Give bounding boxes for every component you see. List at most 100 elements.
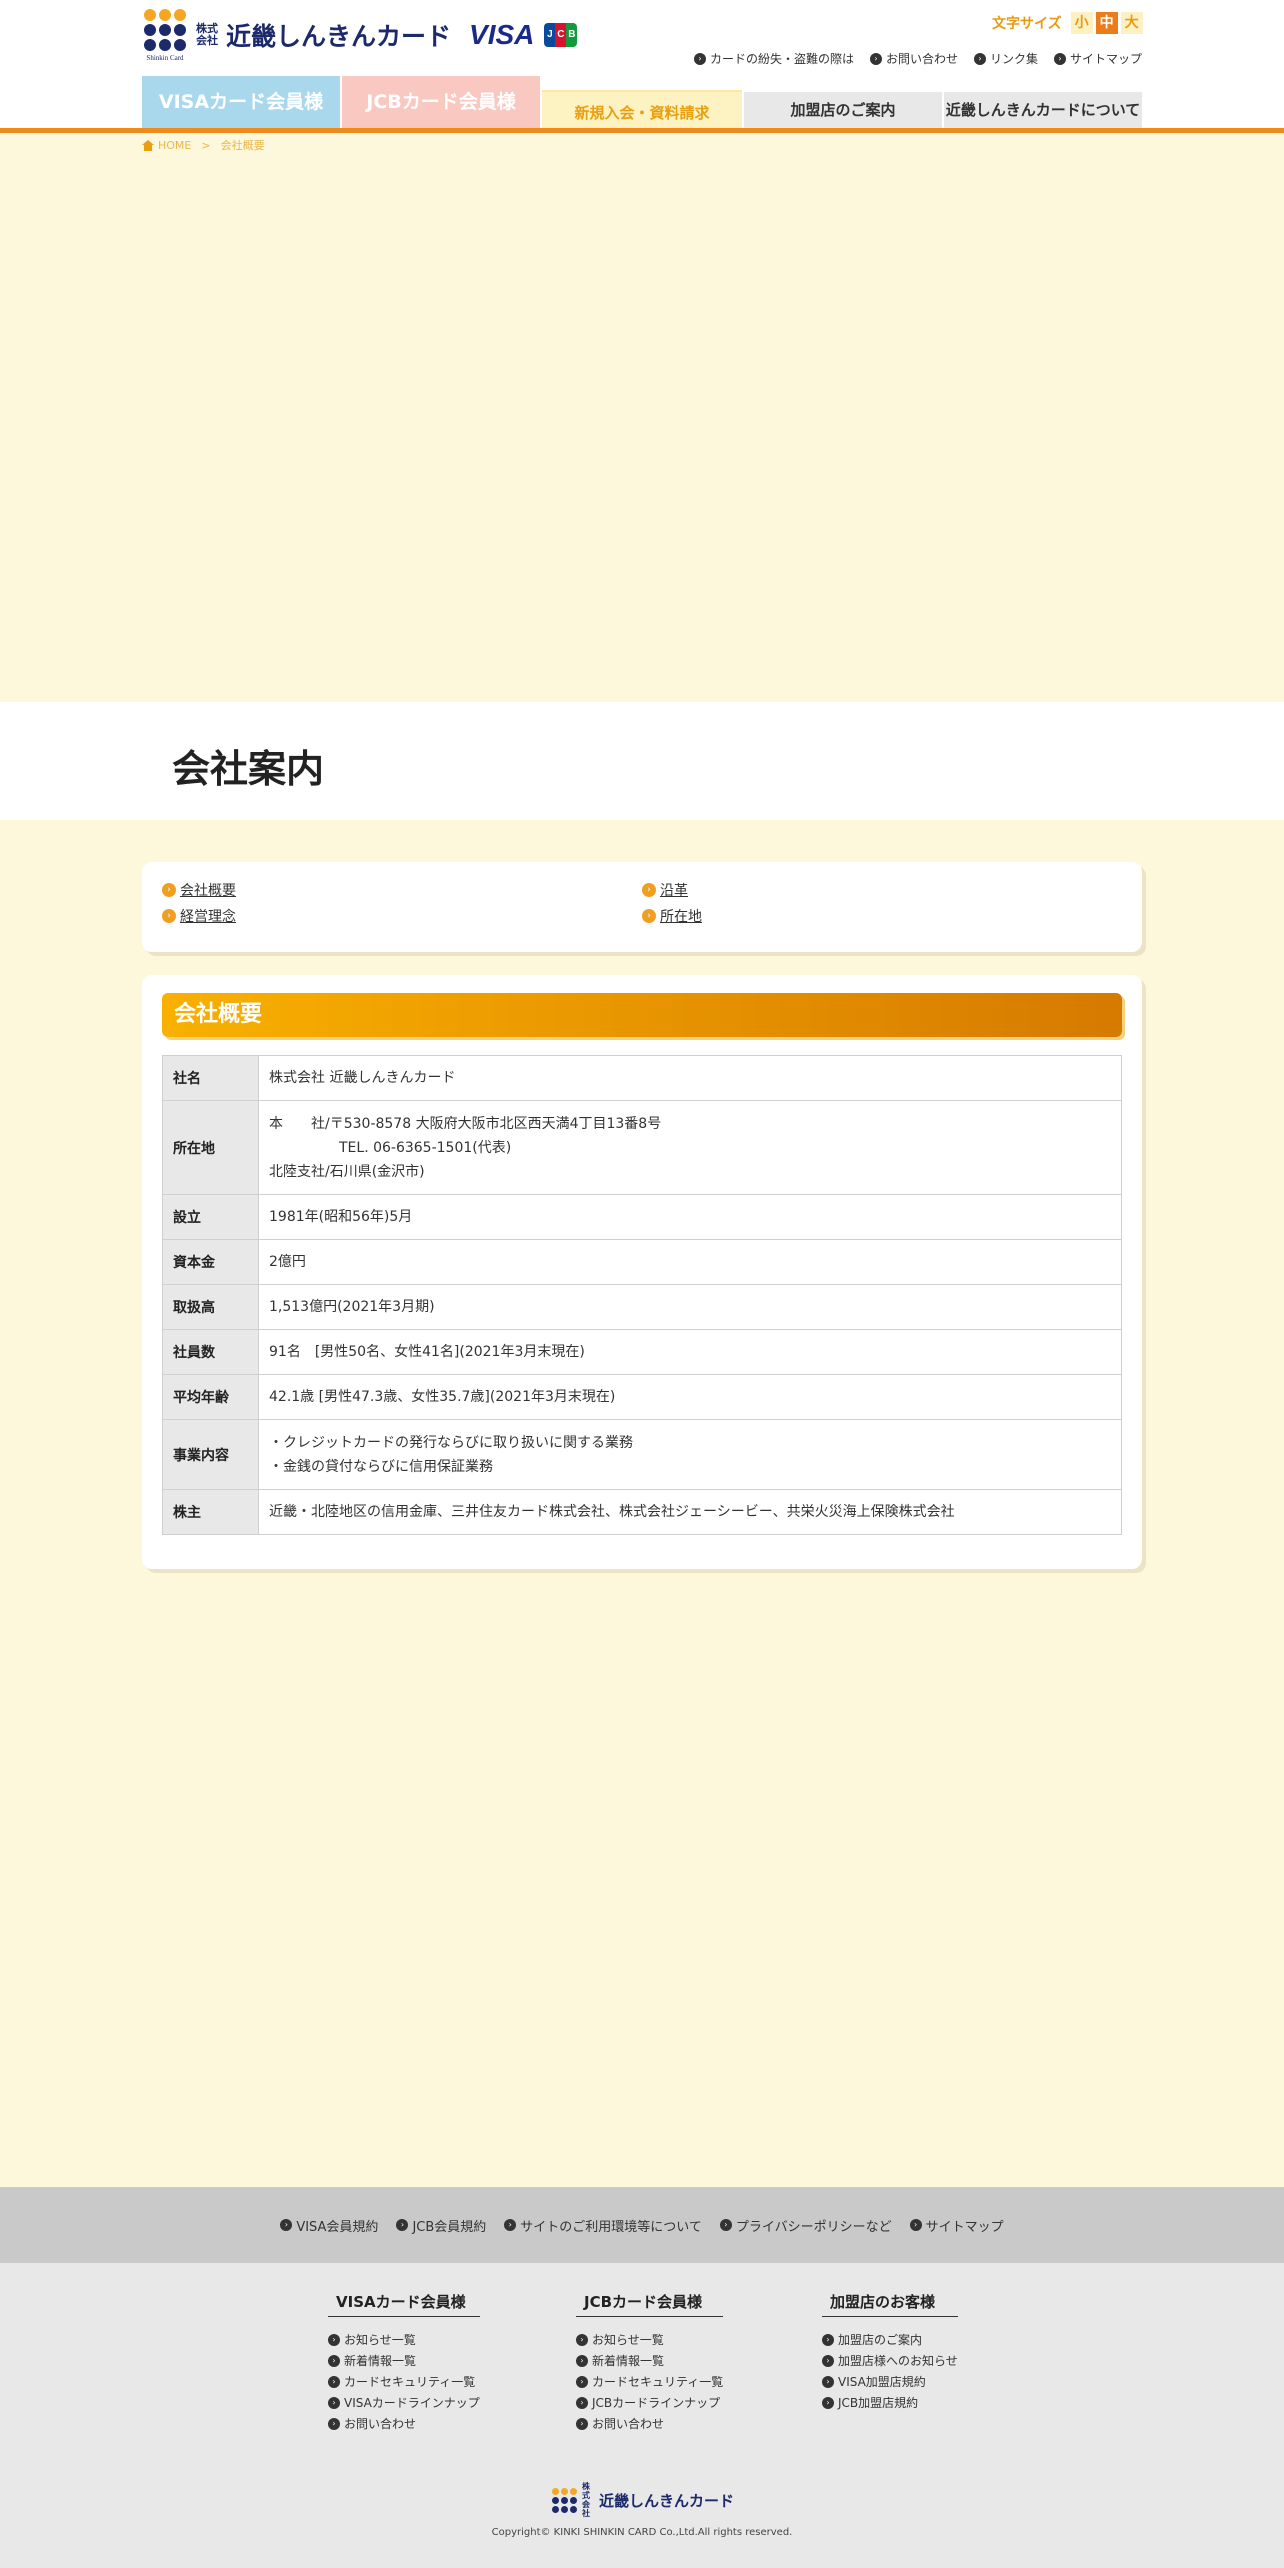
footer-link-sitemap[interactable]: › サイトマップ bbox=[909, 2216, 1004, 2235]
font-size-small-button[interactable]: 小 bbox=[1070, 12, 1093, 34]
table-row: 設立 1981年(昭和56年)5月 bbox=[162, 1194, 1122, 1240]
row-value: 1,513億円(2021年3月期) bbox=[258, 1284, 1122, 1330]
table-row: 株主 近畿・北陸地区の信用金庫、三井住友カード株式会社、株式会社ジェーシービー、… bbox=[162, 1489, 1122, 1535]
arrow-circle-icon: › bbox=[162, 909, 176, 923]
util-link-sitemap[interactable]: › サイトマップ bbox=[1053, 50, 1142, 67]
footer-column-title: VISAカード会員様 bbox=[328, 2291, 480, 2317]
row-value: 42.1歳 [男性47.3歳、女性35.7歳](2021年3月末現在) bbox=[258, 1374, 1122, 1420]
logo-name: 近畿しんきんカード bbox=[226, 22, 452, 51]
row-label: 資本金 bbox=[162, 1239, 259, 1285]
arrow-circle-icon: › bbox=[328, 2333, 340, 2346]
font-size-switcher: 文字サイズ 小 中 大 bbox=[992, 12, 1143, 34]
footer-link[interactable]: › JCB加盟店規約 bbox=[822, 2392, 958, 2413]
row-value: 1981年(昭和56年)5月 bbox=[258, 1194, 1122, 1240]
row-value: 2億円 bbox=[258, 1239, 1122, 1285]
nav-tab-about[interactable]: 近畿しんきんカードについて bbox=[944, 92, 1142, 128]
arrow-circle-icon: › bbox=[822, 2375, 834, 2388]
table-row: 社名 株式会社 近畿しんきんカード bbox=[162, 1055, 1122, 1101]
anchor-link-overview[interactable]: › 会社概要 bbox=[162, 880, 236, 900]
arrow-circle-icon: › bbox=[869, 52, 882, 65]
visa-brand-logo: VISA bbox=[469, 19, 535, 50]
logo-caption: Shinkin Card bbox=[146, 54, 184, 62]
footer-link[interactable]: › VISA加盟店規約 bbox=[822, 2371, 958, 2392]
footer-link[interactable]: › カードセキュリティ一覧 bbox=[328, 2371, 480, 2392]
arrow-circle-icon: › bbox=[328, 2417, 340, 2430]
arrow-circle-icon: › bbox=[396, 2219, 409, 2231]
row-label: 株主 bbox=[162, 1489, 259, 1535]
footer-column-jcb: JCBカード会員様 › お知らせ一覧 › 新着情報一覧 › カードセキュリティ一覧 ›… bbox=[576, 2291, 724, 2434]
arrow-circle-icon: › bbox=[576, 2375, 588, 2388]
footer-logo-name: 近畿しんきんカード bbox=[599, 2491, 735, 2510]
breadcrumb-home-link[interactable]: HOME bbox=[158, 139, 191, 152]
row-value: 本 社/〒530-8578 大阪府大阪市北区西天満4丁目13番8号 TEL. 0… bbox=[258, 1100, 1122, 1195]
util-link-lost-card[interactable]: › カードの紛失・盗難の際は bbox=[693, 50, 854, 67]
arrow-circle-icon: › bbox=[822, 2354, 834, 2367]
section-heading: 会社概要 bbox=[162, 993, 1122, 1037]
arrow-circle-icon: › bbox=[576, 2354, 588, 2367]
arrow-circle-icon: › bbox=[642, 883, 656, 897]
footer-column-visa: VISAカード会員様 › お知らせ一覧 › 新着情報一覧 › カードセキュリティ一覧 … bbox=[328, 2291, 480, 2434]
row-value: 株式会社 近畿しんきんカード bbox=[258, 1055, 1122, 1101]
table-row: 社員数 91名 [男性50名、女性41名](2021年3月末現在) bbox=[162, 1329, 1122, 1375]
footer-logo[interactable]: 株式会社 近畿しんきんカード bbox=[552, 2482, 734, 2518]
home-icon bbox=[142, 139, 154, 151]
arrow-circle-icon: › bbox=[162, 883, 176, 897]
arrow-circle-icon: › bbox=[576, 2417, 588, 2430]
footer-link-jcb-terms[interactable]: › JCB会員規約 bbox=[396, 2216, 486, 2235]
company-overview-box: 会社概要 社名 株式会社 近畿しんきんカード 所在地 本 社/〒530-8578… bbox=[142, 975, 1142, 1569]
footer-link[interactable]: › お問い合わせ bbox=[576, 2413, 723, 2434]
font-size-medium-button[interactable]: 中 bbox=[1095, 12, 1118, 34]
footer-link[interactable]: › 加盟店様へのお知らせ bbox=[822, 2350, 958, 2371]
arrow-circle-icon: › bbox=[328, 2354, 340, 2367]
footer-link[interactable]: › 新着情報一覧 bbox=[328, 2350, 480, 2371]
row-label: 事業内容 bbox=[162, 1419, 259, 1490]
font-size-large-button[interactable]: 大 bbox=[1120, 12, 1143, 34]
page-title-band: 会社案内 bbox=[0, 702, 1284, 820]
arrow-circle-icon: › bbox=[1053, 52, 1066, 65]
row-value: 91名 [男性50名、女性41名](2021年3月末現在) bbox=[258, 1329, 1122, 1375]
arrow-circle-icon: › bbox=[822, 2333, 834, 2346]
arrow-circle-icon: › bbox=[719, 2219, 732, 2231]
logo-kaisha: 株式会社 bbox=[196, 22, 218, 47]
footer-link[interactable]: › JCBカードラインナップ bbox=[576, 2392, 723, 2413]
anchor-link-philosophy[interactable]: › 経営理念 bbox=[162, 906, 236, 926]
breadcrumb-separator: > bbox=[201, 138, 211, 152]
copyright: Copyright© KINKI SHINKIN CARD Co.,Ltd.Al… bbox=[491, 2527, 793, 2538]
anchor-link-history[interactable]: › 沿革 bbox=[642, 880, 688, 900]
footer-link[interactable]: › 新着情報一覧 bbox=[576, 2350, 723, 2371]
arrow-circle-icon: › bbox=[576, 2333, 588, 2346]
footer-link[interactable]: › カードセキュリティ一覧 bbox=[576, 2371, 723, 2392]
nav-tab-merchant[interactable]: 加盟店のご案内 bbox=[744, 92, 942, 128]
footer-column-merchant: 加盟店のお客様 › 加盟店のご案内 › 加盟店様へのお知らせ › VISA加盟店規約 … bbox=[822, 2291, 958, 2413]
util-link-contact[interactable]: › お問い合わせ bbox=[869, 50, 958, 67]
footer-link-environment[interactable]: › サイトのご利用環境等について bbox=[504, 2216, 702, 2235]
arrow-circle-icon: › bbox=[973, 52, 986, 65]
nav-tab-jcb[interactable]: JCBカード会員様 bbox=[342, 76, 540, 128]
table-row: 平均年齢 42.1歳 [男性47.3歳、女性35.7歳](2021年3月末現在) bbox=[162, 1374, 1122, 1420]
shinkin-logo-mark: Shinkin Card bbox=[142, 9, 188, 62]
footer-link-bar: › VISA会員規約 › JCB会員規約 › サイトのご利用環境等について › プライバ… bbox=[0, 2187, 1284, 2263]
footer-link[interactable]: › 加盟店のご案内 bbox=[822, 2329, 958, 2350]
nav-tab-visa[interactable]: VISAカード会員様 bbox=[142, 76, 340, 128]
util-link-links[interactable]: › リンク集 bbox=[973, 50, 1038, 67]
site-logo[interactable]: Shinkin Card 株式会社 近畿しんきんカード VISA JCB bbox=[142, 9, 578, 62]
footer-link[interactable]: › お問い合わせ bbox=[328, 2413, 480, 2434]
footer-link[interactable]: › VISAカードラインナップ bbox=[328, 2392, 480, 2413]
footer-column-title: 加盟店のお客様 bbox=[822, 2291, 958, 2317]
table-row: 取扱高 1,513億円(2021年3月期) bbox=[162, 1284, 1122, 1330]
row-label: 設立 bbox=[162, 1194, 259, 1240]
arrow-circle-icon: › bbox=[576, 2396, 588, 2409]
footer-link-privacy[interactable]: › プライバシーポリシーなど bbox=[719, 2216, 892, 2235]
row-value: ・クレジットカードの発行ならびに取り扱いに関する業務 ・金銭の貸付ならびに信用保… bbox=[258, 1419, 1122, 1490]
breadcrumb-current: 会社概要 bbox=[220, 139, 265, 152]
arrow-circle-icon: › bbox=[280, 2219, 293, 2231]
arrow-circle-icon: › bbox=[328, 2396, 340, 2409]
nav-tab-new-application[interactable]: 新規入会・資料請求 bbox=[542, 90, 742, 128]
footer-link[interactable]: › お知らせ一覧 bbox=[328, 2329, 480, 2350]
footer-link[interactable]: › お知らせ一覧 bbox=[576, 2329, 723, 2350]
row-label: 所在地 bbox=[162, 1100, 259, 1195]
anchor-link-locations[interactable]: › 所在地 bbox=[642, 906, 702, 926]
company-info-table: 社名 株式会社 近畿しんきんカード 所在地 本 社/〒530-8578 大阪府大… bbox=[162, 1055, 1122, 1535]
footer-link-visa-terms[interactable]: › VISA会員規約 bbox=[280, 2216, 378, 2235]
table-row: 事業内容 ・クレジットカードの発行ならびに取り扱いに関する業務 ・金銭の貸付なら… bbox=[162, 1419, 1122, 1490]
